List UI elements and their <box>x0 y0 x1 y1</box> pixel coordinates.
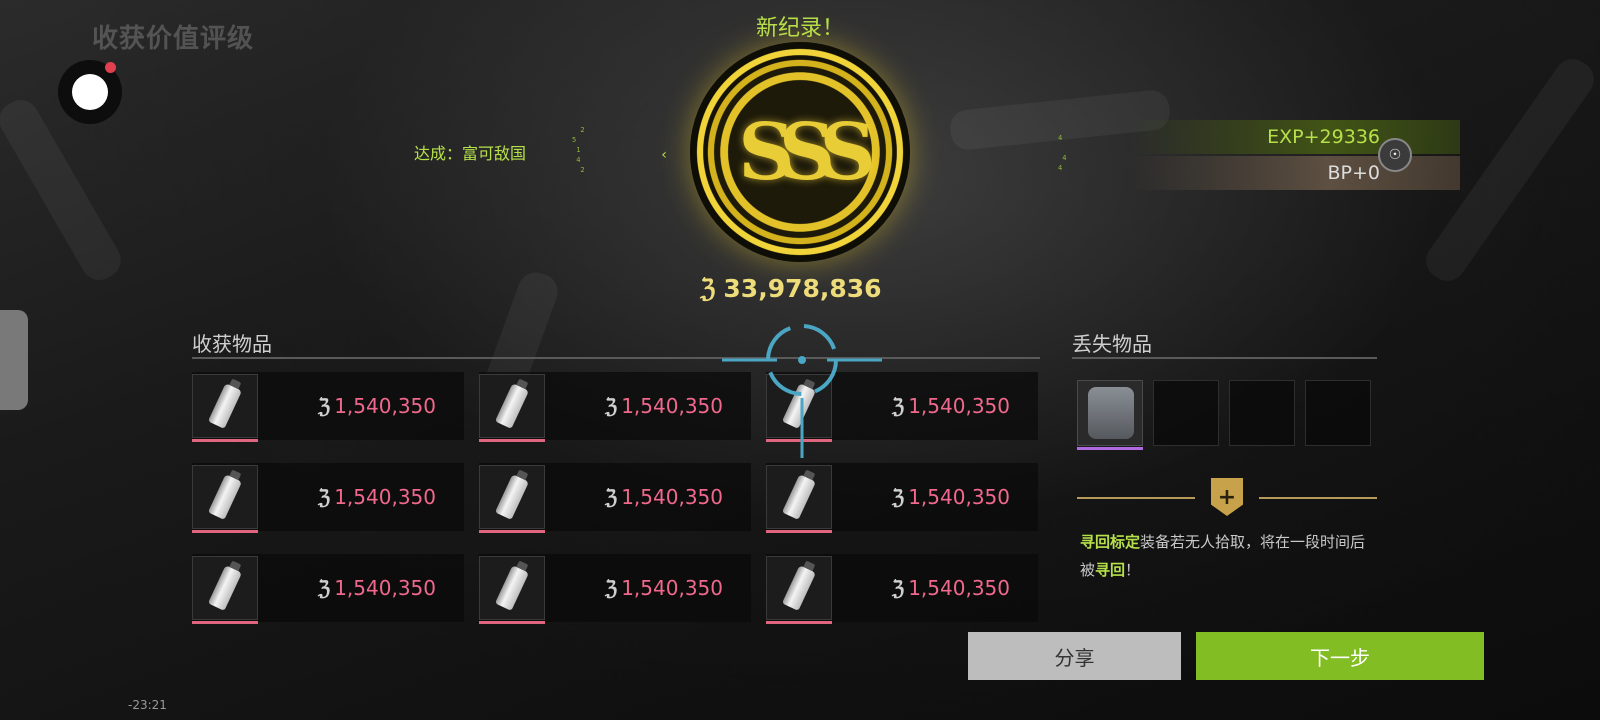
retrieve-keyword: 寻回标定 <box>1080 533 1141 551</box>
item-price-value: 1,540,350 <box>334 394 436 418</box>
coin-icon: ℨ <box>700 274 716 303</box>
item-price: ℨ 1,540,350 <box>545 485 751 509</box>
lost-item-slot-empty <box>1153 380 1219 446</box>
item-price: ℨ 1,540,350 <box>258 576 464 600</box>
item-thumbnail <box>192 556 258 624</box>
item-thumbnail <box>479 374 545 442</box>
item-price: ℨ 1,540,350 <box>832 485 1038 509</box>
collected-item[interactable]: ℨ 1,540,350 <box>192 372 464 442</box>
lost-item-slot-empty <box>1305 380 1371 446</box>
item-price-value: 1,540,350 <box>621 394 723 418</box>
crosshair-icon <box>722 324 882 458</box>
lost-item-backpack[interactable] <box>1077 380 1143 450</box>
item-price-value: 1,540,350 <box>334 485 436 509</box>
screen-record-button[interactable] <box>58 60 122 124</box>
item-thumbnail <box>479 465 545 533</box>
collected-item[interactable]: ℨ 1,540,350 <box>766 554 1038 624</box>
item-price: ℨ 1,540,350 <box>832 576 1038 600</box>
total-value-amount: 33,978,836 <box>723 274 882 303</box>
hud-decoration: 4 4 4 <box>1058 134 1067 172</box>
achievement-label: 达成：富可敌国 <box>414 144 527 163</box>
item-price: ℨ 1,540,350 <box>258 394 464 418</box>
hud-decoration: 2 5 1 4 2 <box>572 126 585 174</box>
item-price: ℨ 1,540,350 <box>545 394 751 418</box>
coin-icon: ℨ <box>317 485 331 509</box>
lost-divider <box>1072 357 1377 359</box>
coin-icon: ℨ <box>604 394 618 418</box>
lost-section-title: 丢失物品 <box>1072 332 1152 356</box>
collected-section-title: 收获物品 <box>192 332 272 356</box>
background-debris <box>0 93 128 287</box>
item-price: ℨ 1,540,350 <box>258 485 464 509</box>
coin-icon: ℨ <box>891 394 905 418</box>
item-price-value: 1,540,350 <box>908 394 1010 418</box>
item-thumbnail <box>479 556 545 624</box>
record-icon <box>72 74 108 110</box>
spray-can-icon <box>207 474 243 520</box>
divider-line <box>1259 497 1377 499</box>
coin-icon: ℨ <box>604 485 618 509</box>
share-button[interactable]: 分享 <box>968 632 1181 680</box>
brain-icon[interactable]: ☉ <box>1378 138 1412 172</box>
side-drawer-handle[interactable] <box>0 310 28 410</box>
shield-plus-icon: + <box>1211 478 1243 516</box>
recording-indicator-icon <box>105 62 116 73</box>
backpack-icon <box>1088 387 1134 439</box>
collected-item[interactable]: ℨ 1,540,350 <box>766 463 1038 533</box>
rewards-panel: EXP+29336 BP+0 ☉ <box>1130 120 1460 190</box>
spray-can-icon <box>207 565 243 611</box>
retrieve-keyword-2: 寻回 <box>1095 561 1126 579</box>
item-price-value: 1,540,350 <box>908 485 1010 509</box>
page-title: 收获价值评级 <box>92 24 255 54</box>
coin-icon: ℨ <box>891 576 905 600</box>
divider-line <box>1077 497 1195 499</box>
timer: -23:21 <box>128 698 167 712</box>
collected-item[interactable]: ℨ 1,540,350 <box>192 463 464 533</box>
retrieve-divider: + <box>1077 478 1377 516</box>
spray-can-icon <box>494 383 530 429</box>
coin-icon: ℨ <box>891 485 905 509</box>
collected-item[interactable]: ℨ 1,540,350 <box>479 463 751 533</box>
collected-item[interactable]: ℨ 1,540,350 <box>479 372 751 442</box>
retrieve-text-2: ！ <box>1125 561 1141 579</box>
hud-decoration: ‹ <box>660 147 669 163</box>
coin-icon: ℨ <box>317 576 331 600</box>
item-price-value: 1,540,350 <box>621 485 723 509</box>
spray-can-icon <box>494 474 530 520</box>
total-value: ℨ 33,978,836 <box>700 274 882 303</box>
item-thumbnail <box>192 374 258 442</box>
collected-item[interactable]: ℨ 1,540,350 <box>479 554 751 624</box>
item-price: ℨ 1,540,350 <box>545 576 751 600</box>
spray-can-icon <box>207 383 243 429</box>
rating-medal: SSS <box>690 42 910 262</box>
collected-divider <box>192 357 1040 359</box>
collected-items-grid: ℨ 1,540,350 ℨ 1,540,350 ℨ 1,540,350 ℨ 1,540,350… <box>192 372 1040 630</box>
new-record-label: 新纪录！ <box>755 16 844 41</box>
item-price-value: 1,540,350 <box>621 576 723 600</box>
coin-icon: ℨ <box>317 394 331 418</box>
lost-items-grid <box>1077 380 1371 450</box>
item-thumbnail <box>766 465 832 533</box>
item-price-value: 1,540,350 <box>908 576 1010 600</box>
spray-can-icon <box>494 565 530 611</box>
next-step-button[interactable]: 下一步 <box>1196 632 1484 680</box>
coin-icon: ℨ <box>604 576 618 600</box>
item-price-value: 1,540,350 <box>334 576 436 600</box>
item-thumbnail <box>192 465 258 533</box>
spray-can-icon <box>781 474 817 520</box>
collected-item[interactable]: ℨ 1,540,350 <box>192 554 464 624</box>
lost-item-slot-empty <box>1229 380 1295 446</box>
retrieve-notice: 寻回标定装备若无人拾取，将在一段时间后被寻回！ <box>1080 528 1370 584</box>
spray-can-icon <box>781 565 817 611</box>
item-thumbnail <box>766 556 832 624</box>
rating-grade: SSS <box>738 106 876 198</box>
